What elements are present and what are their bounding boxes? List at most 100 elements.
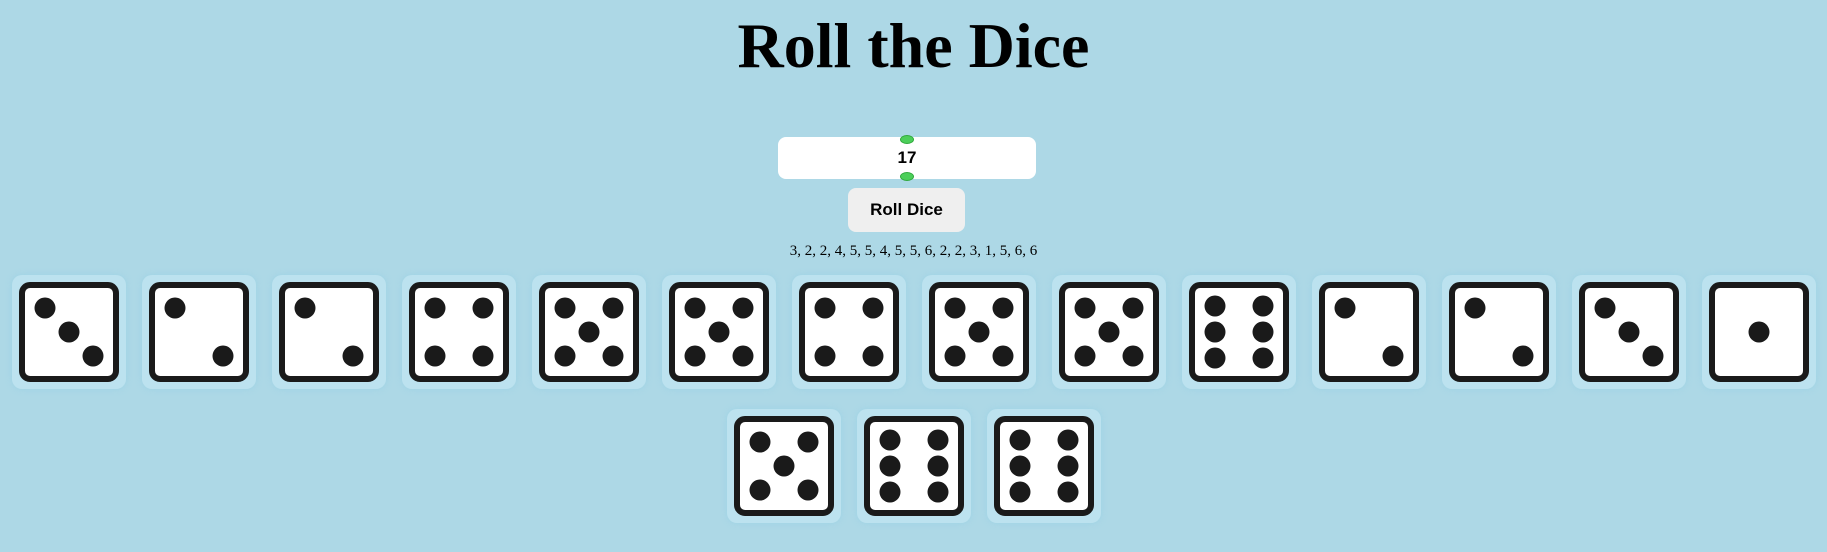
die-frame <box>986 409 1101 523</box>
dice-count-field <box>778 135 1036 181</box>
die-frame <box>141 275 256 389</box>
die-pip <box>34 297 55 319</box>
die-pip <box>1512 345 1533 367</box>
die-frame <box>1311 275 1426 389</box>
die-frame <box>1181 275 1296 389</box>
die-pip <box>82 345 103 367</box>
die-frame <box>1441 275 1556 389</box>
die-pip <box>472 297 493 319</box>
die-frame <box>856 409 971 523</box>
die-face-icon <box>928 282 1029 382</box>
die-pip <box>602 297 623 319</box>
die-face-icon <box>1188 282 1289 382</box>
die-pip <box>879 455 900 477</box>
die-frame <box>661 275 776 389</box>
die-face-icon <box>18 282 119 382</box>
die-face-icon <box>408 282 509 382</box>
die-card <box>264 273 394 391</box>
die-face-icon <box>1448 282 1549 382</box>
die-pip <box>1057 429 1078 451</box>
die-pip <box>684 345 705 367</box>
die-pip <box>1252 347 1273 369</box>
die-pip <box>732 297 753 319</box>
die-card <box>849 407 979 525</box>
die-frame <box>921 275 1036 389</box>
die-card <box>1174 273 1304 391</box>
die-pip <box>992 297 1013 319</box>
die-pip <box>424 297 445 319</box>
die-card <box>1304 273 1434 391</box>
roll-dice-button[interactable]: Roll Dice <box>848 188 965 232</box>
die-pip <box>1057 455 1078 477</box>
page-title: Roll the Dice <box>737 10 1090 81</box>
die-pip <box>58 321 79 343</box>
die-face-icon <box>863 416 964 516</box>
die-frame <box>531 275 646 389</box>
die-card <box>524 273 654 391</box>
die-pip <box>749 479 770 501</box>
die-pip <box>472 345 493 367</box>
spinner-up-icon[interactable] <box>900 135 914 144</box>
die-face-icon <box>668 282 769 382</box>
die-pip <box>1464 297 1485 319</box>
die-face-icon <box>148 282 249 382</box>
die-pip <box>554 297 575 319</box>
die-pip <box>1334 297 1355 319</box>
die-pip <box>927 481 948 503</box>
die-pip <box>1009 455 1030 477</box>
die-frame <box>726 409 841 523</box>
die-face-icon <box>1708 282 1809 382</box>
die-pip <box>212 345 233 367</box>
die-card <box>4 273 134 391</box>
die-frame <box>1051 275 1166 389</box>
die-pip <box>797 479 818 501</box>
die-pip <box>797 431 818 453</box>
die-pip <box>944 345 965 367</box>
die-body <box>278 282 379 382</box>
die-pip <box>342 345 363 367</box>
die-pip <box>294 297 315 319</box>
dice-grid <box>0 273 1827 525</box>
die-card <box>719 407 849 525</box>
die-face-icon <box>1318 282 1419 382</box>
die-pip <box>1098 321 1119 343</box>
die-pip <box>992 345 1013 367</box>
die-pip <box>164 297 185 319</box>
die-pip <box>1009 481 1030 503</box>
die-card <box>654 273 784 391</box>
die-pip <box>578 321 599 343</box>
die-card <box>1694 273 1824 391</box>
die-pip <box>749 431 770 453</box>
die-pip <box>1204 347 1225 369</box>
die-frame <box>271 275 386 389</box>
spinner-down-icon[interactable] <box>900 172 914 181</box>
die-face-icon <box>733 416 834 516</box>
die-face-icon <box>278 282 379 382</box>
roll-results-text: 3, 2, 2, 4, 5, 5, 4, 5, 5, 6, 2, 2, 3, 1… <box>789 243 1038 259</box>
die-pip <box>1748 321 1769 343</box>
die-pip <box>968 321 989 343</box>
die-pip <box>927 455 948 477</box>
die-pip <box>944 297 965 319</box>
die-pip <box>1074 345 1095 367</box>
die-pip <box>1009 429 1030 451</box>
die-card <box>1044 273 1174 391</box>
die-card <box>914 273 1044 391</box>
die-pip <box>862 345 883 367</box>
die-body <box>148 282 249 382</box>
die-pip <box>1252 321 1273 343</box>
die-pip <box>773 455 794 477</box>
die-pip <box>879 481 900 503</box>
die-face-icon <box>1058 282 1159 382</box>
die-pip <box>862 297 883 319</box>
die-body <box>1318 282 1419 382</box>
die-pip <box>424 345 445 367</box>
die-pip <box>1204 321 1225 343</box>
die-pip <box>814 345 835 367</box>
die-card <box>394 273 524 391</box>
die-pip <box>602 345 623 367</box>
die-pip <box>1122 345 1143 367</box>
die-frame <box>1701 275 1816 389</box>
die-frame <box>1571 275 1686 389</box>
die-face-icon <box>538 282 639 382</box>
